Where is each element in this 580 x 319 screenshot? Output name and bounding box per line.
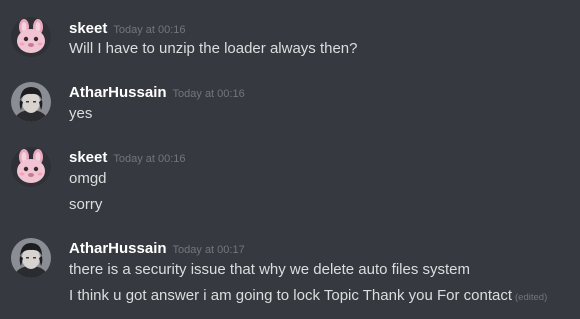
chat-message-list: skeet Today at 00:16 Will I have to unzip… xyxy=(0,0,580,319)
message-text: I think u got answer i am going to lock … xyxy=(69,287,513,304)
message-text: omgd xyxy=(69,170,107,187)
message-text: sorry xyxy=(69,196,103,213)
message-timestamp[interactable]: Today at 00:16 xyxy=(113,153,185,165)
message-timestamp[interactable]: Today at 00:16 xyxy=(173,88,245,100)
message-header: AtharHussain Today at 00:16 xyxy=(69,84,245,104)
message-timestamp[interactable]: Today at 00:17 xyxy=(173,244,245,256)
message-text: yes xyxy=(69,105,93,122)
message-timestamp[interactable]: Today at 00:16 xyxy=(113,24,185,36)
message-header: skeet Today at 00:16 xyxy=(69,20,186,40)
username[interactable]: skeet xyxy=(69,20,107,37)
message-text-edited: I think u got answer i am going to lock … xyxy=(69,287,547,304)
edited-indicator[interactable]: (edited) xyxy=(515,292,547,303)
username[interactable]: AtharHussain xyxy=(69,240,167,257)
username[interactable]: skeet xyxy=(69,149,107,166)
message-header: AtharHussain Today at 00:17 xyxy=(69,240,245,260)
dark-hair-person-avatar-icon[interactable] xyxy=(11,82,51,122)
message-header: skeet Today at 00:16 xyxy=(69,149,186,169)
pink-bunny-avatar-icon[interactable] xyxy=(11,17,51,57)
pink-bunny-avatar-icon[interactable] xyxy=(11,147,51,187)
message-text: Will I have to unzip the loader always t… xyxy=(69,40,358,57)
message-text: there is a security issue that why we de… xyxy=(69,261,471,278)
username[interactable]: AtharHussain xyxy=(69,84,167,101)
dark-hair-person-avatar-icon[interactable] xyxy=(11,238,51,278)
